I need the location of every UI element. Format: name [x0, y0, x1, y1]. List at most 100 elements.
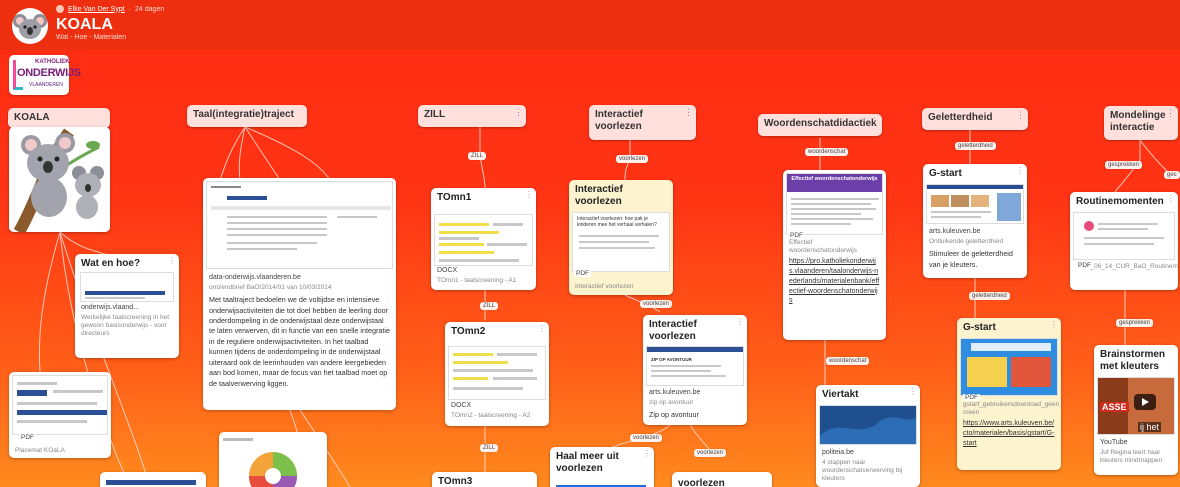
column-header-taaltraject[interactable]: Taal(integratie)traject — [187, 105, 307, 127]
thumb-text: Interactief voorlezen: hoe pak je kinder… — [577, 216, 657, 228]
card-menu-icon[interactable]: ⋮ — [1016, 166, 1024, 175]
card-effectief-woordenschatonderwijs[interactable]: Effectief woordenschatonderwijs PDF Effe… — [783, 170, 886, 340]
connector-tag: voorlezen — [640, 300, 673, 308]
koala-avatar[interactable] — [12, 8, 48, 44]
card-menu-icon[interactable]: ⋮ — [538, 324, 546, 333]
logo-top-text: KATHOLIEK — [35, 59, 70, 65]
card-brainstormen-met-kleuters[interactable]: Brainstormen met kleuters ASSE ij het Yo… — [1094, 345, 1178, 475]
card-thumbnail — [12, 375, 108, 435]
connector-tag: ges — [1164, 171, 1180, 179]
card-title: voorlezen — [678, 478, 725, 487]
card-thumbnail — [1073, 212, 1175, 260]
card-menu-icon[interactable]: ⋮ — [1167, 194, 1175, 203]
column-title: Mondelinge interactie — [1110, 110, 1166, 133]
card-caption: Juf Regina leert haar kleuters mindmappe… — [1100, 449, 1163, 465]
connector-tag: voorlezen — [630, 434, 663, 442]
file-type-badge: DOCX — [437, 267, 458, 274]
logo-sub-text: VLAANDEREN — [29, 82, 63, 88]
column-header-woordenschatdidactiek[interactable]: Woordenschatdidactiek ⋮ — [758, 114, 882, 136]
column-menu-icon[interactable]: ⋮ — [1016, 110, 1025, 121]
card-description: Met taaltraject bedoelen we de voltijdse… — [209, 295, 390, 388]
card-title: TOmn1 — [437, 192, 472, 203]
card-menu-icon[interactable]: ⋮ — [1050, 320, 1058, 329]
card-menu-icon[interactable]: ⋮ — [525, 190, 533, 199]
padlet-canvas: Elke Van Der Sypt · 24 dagen KOALA Wat -… — [0, 0, 1180, 487]
connector-tag: voorlezen — [616, 155, 649, 163]
play-button-icon[interactable] — [1134, 394, 1156, 410]
column-header-geletterdheid[interactable]: Geletterdheid ⋮ — [922, 108, 1028, 130]
card-caption: omzendbrief BaO/2014/01 van 10/03/2014 — [209, 284, 332, 291]
card-title: Routinemomenten — [1076, 196, 1164, 207]
card-title: Brainstormen met kleuters — [1100, 349, 1166, 372]
pdf-badge: PDF — [574, 270, 591, 277]
card-source[interactable]: politeia.be — [816, 447, 920, 458]
card-tomn2[interactable]: TOmn2 ⋮ DOCX TOmn2 - taalscreening - A2 — [445, 322, 549, 426]
card-viertakt[interactable]: Viertakt ⋮ politeia.be 4 stappen naar wo… — [816, 385, 920, 487]
card-wat-en-hoe[interactable]: Wat en hoe? ⋮ onderwijs.vlaand... Werkel… — [75, 254, 179, 358]
card-partial[interactable] — [100, 472, 206, 487]
card-title: G-start — [929, 168, 962, 179]
card-thumbnail — [819, 405, 917, 445]
card-source[interactable]: YouTube — [1094, 437, 1178, 448]
card-interactief-voorlezen-2[interactable]: Interactief voorlezen ⋮ ZIP OP AVONTUUR … — [643, 315, 747, 425]
padlet-header: Elke Van Der Sypt · 24 dagen KOALA Wat -… — [0, 0, 1180, 50]
card-haal-meer-uit-voorlezen[interactable]: Haal meer uit voorlezen ⋮ — [550, 447, 654, 487]
card-thumbnail — [448, 346, 546, 400]
column-menu-icon[interactable]: ⋮ — [514, 107, 523, 118]
card-interactief-voorlezen-1[interactable]: Interactief voorlezen Interactief voorle… — [569, 180, 673, 295]
column-title: Geletterdheid — [928, 112, 993, 123]
card-menu-icon[interactable]: ⋮ — [643, 449, 651, 458]
column-header-interactief-voorlezen[interactable]: Interactief voorlezen ⋮ — [589, 105, 696, 140]
card-title: TOmn3 — [438, 476, 473, 487]
card-source[interactable]: arts.kuleuven.be — [923, 226, 1027, 237]
card-source[interactable]: arts.kuleuven.be — [643, 387, 747, 398]
pdf-badge: PDF — [963, 394, 980, 401]
card-menu-icon[interactable]: ⋮ — [909, 387, 917, 396]
card-g-start-1[interactable]: G-start ⋮ arts.kuleuven.be Ontluikende g… — [923, 164, 1027, 278]
card-source[interactable]: onderwijs.vlaand... — [75, 302, 179, 313]
connector-tag: gesprekken — [1116, 319, 1154, 327]
file-type-badge: DOCX — [451, 402, 472, 409]
card-link[interactable]: https://pro.katholiekonderwijs.vlaandere… — [783, 256, 886, 307]
card-title: G-start — [963, 322, 996, 333]
katholiek-onderwijs-logo: KATHOLIEK ONDERWIJS VLAANDEREN — [9, 55, 81, 95]
dot-separator: · — [128, 5, 132, 13]
card-pie-diagram[interactable] — [219, 432, 327, 487]
author-row: Elke Van Der Sypt · 24 dagen — [56, 5, 164, 13]
connector-tag: woordenschat — [826, 357, 870, 365]
column-title: Interactief voorlezen — [595, 109, 643, 132]
card-g-start-2[interactable]: G-start ⋮ PDF gstart_gebruikersdownload_… — [957, 318, 1061, 470]
card-source[interactable]: data-onderwijs.vlaanderen.be — [203, 272, 396, 283]
card-placemat-koala[interactable]: PDF Placemat KOaLA — [9, 372, 111, 458]
author-avatar-icon — [56, 5, 64, 13]
card-voorlezen-partial[interactable]: voorlezen — [672, 472, 772, 487]
card-taaltraject[interactable]: data-onderwijs.vlaanderen.be omzendbrief… — [203, 178, 396, 410]
column-header-mondelinge-interactie[interactable]: Mondelinge interactie ⋮ — [1104, 106, 1178, 140]
connector-tag: gesprekken — [1105, 161, 1143, 169]
column-header-zill[interactable]: ZILL ⋮ — [418, 105, 526, 127]
video-thumbnail[interactable]: ASSE ij het — [1097, 377, 1175, 435]
card-routinemomenten[interactable]: Routinemomenten ⋮ PDF 2019_06_14_CUR_BaO… — [1070, 192, 1178, 290]
card-thumbnail — [206, 181, 393, 269]
card-title: Viertakt — [822, 389, 859, 400]
card-menu-icon[interactable]: ⋮ — [168, 256, 176, 265]
card-tomn1[interactable]: TOmn1 ⋮ DOCX TOmn1 - taalscreening - A1 — [431, 188, 536, 290]
card-caption: Interactief voorlezen — [575, 283, 634, 290]
card-link[interactable]: https://www.arts.kuleuven.be/cto/materia… — [957, 418, 1061, 449]
card-thumbnail — [960, 338, 1058, 396]
connector-tag: geletterdheid — [955, 142, 996, 150]
column-menu-icon[interactable]: ⋮ — [870, 116, 879, 127]
author-link[interactable]: Elke Van Der Sypt — [68, 6, 125, 13]
logo-main-text: ONDERWIJS — [17, 67, 81, 79]
card-menu-icon[interactable]: ⋮ — [736, 317, 744, 326]
connector-tag: ZILL — [480, 302, 499, 310]
card-caption: gstart_gebruikersdownload_geen creen — [963, 401, 1060, 417]
column-menu-icon[interactable]: ⋮ — [684, 107, 693, 118]
card-caption: Werkelijke taalscreening in het gewoon b… — [81, 314, 170, 338]
koala-illustration-card[interactable] — [9, 127, 110, 232]
column-header-koala[interactable]: KOALA — [8, 108, 110, 128]
card-caption: Effectief woordenschatonderwijs — [789, 239, 857, 255]
card-thumbnail — [80, 272, 174, 302]
card-tomn3[interactable]: TOmn3 — [432, 472, 537, 487]
column-menu-icon[interactable]: ⋮ — [1166, 108, 1175, 119]
